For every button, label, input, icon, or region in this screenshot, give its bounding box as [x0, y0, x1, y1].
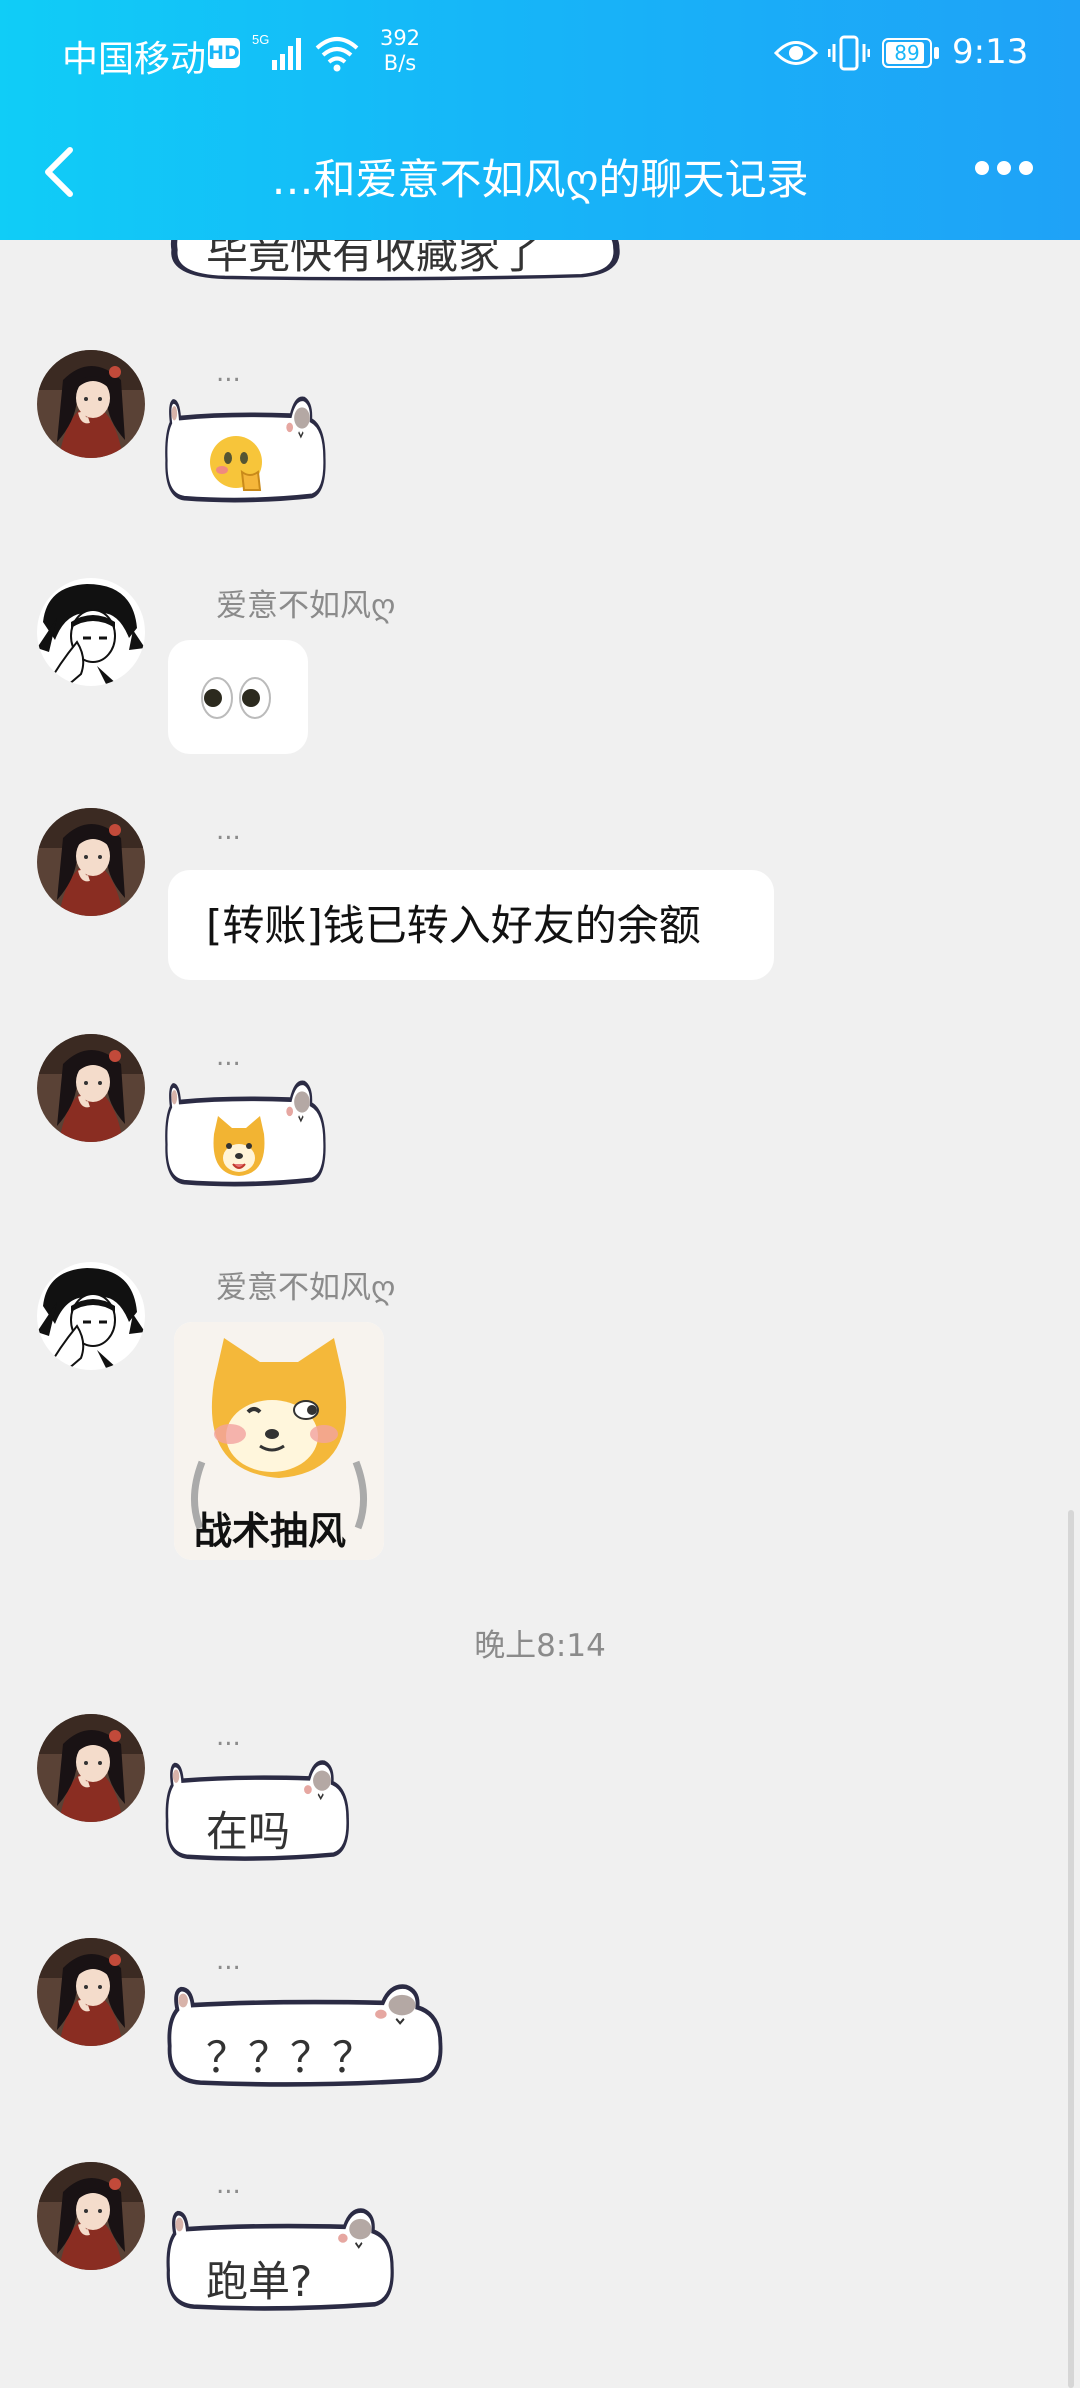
shiba-emoji-icon — [213, 1116, 265, 1176]
message-bubble[interactable] — [162, 1076, 330, 1194]
network-speed: 392 B/s — [370, 26, 430, 76]
message-text: ？？？？ — [206, 2033, 375, 2082]
message-bubble[interactable]: [转账]钱已转入好友的余额 — [168, 870, 774, 980]
message-bubble[interactable] — [168, 640, 308, 754]
back-button[interactable] — [36, 144, 86, 200]
sender-name: ... — [216, 816, 241, 846]
sender-name: ... — [216, 2170, 241, 2200]
sender-name: ... — [216, 1042, 241, 1072]
avatar[interactable] — [37, 578, 145, 686]
sender-name: ... — [216, 358, 241, 388]
avatar[interactable] — [37, 1262, 145, 1370]
avatar[interactable] — [37, 1938, 145, 2046]
battery-level: 89 — [894, 41, 920, 65]
title-bar: …和爱意不如风ღ的聊天记录 — [0, 100, 1080, 240]
header: 中国移动 HD 5G 392 B/s 89 9:13 …和爱意不如风ღ的聊天记录 — [0, 0, 1080, 240]
page-title: …和爱意不如风ღ的聊天记录 — [271, 155, 809, 204]
chat-history-screen: 中国移动 HD 5G 392 B/s 89 9:13 …和爱意不如风ღ的聊天记录… — [0, 0, 1080, 2388]
eye-icon — [774, 41, 818, 65]
network-speed-value: 392 — [379, 26, 421, 50]
sender-name: ... — [216, 1722, 241, 1752]
cell-signal-icon: 5G — [252, 32, 301, 70]
more-button[interactable] — [972, 156, 1036, 180]
emoji-face-hand-icon — [210, 436, 262, 491]
avatar[interactable] — [37, 2162, 145, 2270]
eyes-emoji-icon — [201, 677, 271, 719]
avatar[interactable] — [37, 350, 145, 458]
message-bubble[interactable]: 在吗 — [162, 1756, 354, 1868]
message-text: 在吗 — [206, 1807, 291, 1856]
clock: 9:13 — [952, 32, 1029, 72]
sender-name: 爱意不如风ღ — [216, 1270, 396, 1306]
avatar[interactable] — [37, 1714, 145, 1822]
network-type: 5G — [252, 32, 269, 47]
battery-indicator: 89 — [882, 38, 932, 68]
message-bubble[interactable]: ？？？？ — [162, 1980, 450, 2094]
sticker-caption: 战术抽风 — [194, 1509, 347, 1553]
avatar[interactable] — [37, 808, 145, 916]
status-bar: 中国移动 HD 5G 392 B/s 89 9:13 — [0, 0, 1080, 100]
sender-name: 爱意不如风ღ — [216, 588, 396, 624]
vibrate-icon — [828, 35, 870, 71]
avatar[interactable] — [37, 1034, 145, 1142]
sticker-message[interactable]: 战术抽风 — [174, 1322, 384, 1560]
message-text: 跑单? — [206, 2257, 313, 2306]
timestamp: 晚上8:14 — [474, 1628, 606, 1664]
message-bubble[interactable]: 跑单? — [162, 2204, 400, 2318]
chevron-left-icon — [45, 147, 73, 197]
wifi-icon — [315, 37, 359, 72]
sender-name: ... — [216, 1946, 241, 1976]
hd-badge: HD — [208, 38, 240, 68]
battery-tip — [934, 47, 939, 59]
message-text: [转账]钱已转入好友的余额 — [206, 901, 701, 950]
scrollbar[interactable] — [1068, 1510, 1074, 2388]
more-dots-icon — [975, 161, 1033, 175]
message-bubble[interactable] — [162, 392, 330, 510]
network-speed-unit: B/s — [383, 51, 417, 75]
carrier-name: 中国移动 — [62, 39, 207, 80]
